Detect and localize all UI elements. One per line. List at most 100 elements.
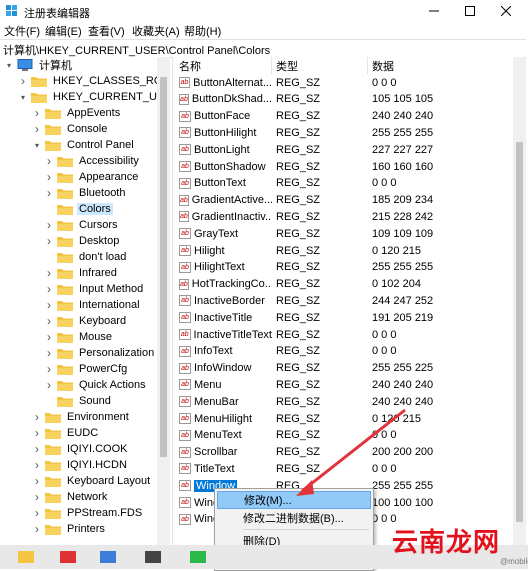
value-row[interactable]: ab InfoWindow REG_SZ 255 255 225 xyxy=(175,360,513,377)
value-row[interactable]: ab TitleText REG_SZ 0 0 0 xyxy=(175,460,513,477)
tree-item[interactable]: › Keyboard Layout xyxy=(32,473,152,489)
menu-view[interactable]: 查看(V) xyxy=(84,23,129,39)
chevron-down-icon[interactable]: ▾ xyxy=(4,57,14,73)
tree-item[interactable]: Sound xyxy=(44,393,113,409)
menu-help[interactable]: 帮助(H) xyxy=(180,23,225,39)
tree-item[interactable]: › IQIYI.HCDN xyxy=(32,457,129,473)
column-header-type[interactable]: 类型 xyxy=(272,57,368,74)
chevron-right-icon[interactable]: › xyxy=(44,329,54,345)
column-header-name[interactable]: 名称 xyxy=(175,57,272,74)
value-row[interactable]: ab Hilight REG_SZ 0 120 215 xyxy=(175,242,513,259)
tree-item[interactable]: Colors xyxy=(44,201,113,217)
chevron-right-icon[interactable]: › xyxy=(44,185,54,201)
chevron-right-icon[interactable]: › xyxy=(44,265,54,281)
chevron-right-icon[interactable]: › xyxy=(44,361,54,377)
value-row[interactable]: ab ButtonText REG_SZ 0 0 0 xyxy=(175,175,513,192)
tree-item[interactable]: › Appearance xyxy=(44,169,140,185)
chevron-right-icon[interactable]: › xyxy=(32,105,42,121)
value-row[interactable]: ab InactiveTitle REG_SZ 191 205 219 xyxy=(175,309,513,326)
value-row[interactable]: ab MenuText REG_SZ 0 0 0 xyxy=(175,427,513,444)
chevron-right-icon[interactable]: › xyxy=(32,521,42,537)
value-row[interactable]: ab MenuBar REG_SZ 240 240 240 xyxy=(175,393,513,410)
value-row[interactable]: ab ButtonHilight REG_SZ 255 255 255 xyxy=(175,124,513,141)
value-row[interactable]: ab Scrollbar REG_SZ 200 200 200 xyxy=(175,444,513,461)
chevron-right-icon[interactable]: › xyxy=(44,169,54,185)
tree-item[interactable]: › Environment xyxy=(32,409,131,425)
value-row[interactable]: ab ButtonDkShad... REG_SZ 105 105 105 xyxy=(175,91,513,108)
menu-favorites[interactable]: 收藏夹(A) xyxy=(128,23,184,39)
tree-scrollbar-thumb[interactable] xyxy=(160,77,167,457)
value-row[interactable]: ab HotTrackingCo... REG_SZ 0 102 204 xyxy=(175,276,513,293)
chevron-right-icon[interactable]: › xyxy=(44,217,54,233)
chevron-right-icon[interactable]: › xyxy=(44,313,54,329)
chevron-right-icon[interactable]: › xyxy=(32,489,42,505)
chevron-right-icon[interactable]: › xyxy=(32,441,42,457)
taskbar-folder-icon[interactable] xyxy=(18,551,34,563)
chevron-right-icon[interactable]: › xyxy=(32,473,42,489)
chevron-right-icon[interactable]: › xyxy=(44,281,54,297)
value-row[interactable]: ab GradientInactiv... REG_SZ 215 228 242 xyxy=(175,208,513,225)
tree-item[interactable]: ▾ Control Panel xyxy=(32,137,136,153)
tree-item[interactable]: ▾ HKEY_CURRENT_USER xyxy=(18,89,170,105)
ctx-modify-binary[interactable]: 修改二进制数据(B)... xyxy=(217,509,371,527)
chevron-right-icon[interactable]: › xyxy=(18,73,28,89)
ctx-modify[interactable]: 修改(M)... xyxy=(217,491,371,509)
tree-item[interactable]: › International xyxy=(44,297,142,313)
tree-item[interactable]: › Bluetooth xyxy=(44,185,127,201)
list-scrollbar[interactable] xyxy=(513,57,526,545)
tree-item[interactable]: don't load xyxy=(44,249,128,265)
tree-item[interactable]: › Network xyxy=(32,489,109,505)
tree-item[interactable]: › PPStream.FDS xyxy=(32,505,144,521)
value-row[interactable]: ab InfoText REG_SZ 0 0 0 xyxy=(175,343,513,360)
tree-item[interactable]: › Infrared xyxy=(44,265,119,281)
value-row[interactable]: ab GrayText REG_SZ 109 109 109 xyxy=(175,225,513,242)
chevron-right-icon[interactable]: › xyxy=(44,153,54,169)
tree-item[interactable]: › IQIYI.COOK xyxy=(32,441,130,457)
value-row[interactable]: ab ButtonLight REG_SZ 227 227 227 xyxy=(175,141,513,158)
tree-item[interactable]: › Accessibility xyxy=(44,153,141,169)
chevron-right-icon[interactable]: › xyxy=(44,345,54,361)
tree-item[interactable]: › Printers xyxy=(32,521,107,537)
chevron-right-icon[interactable]: › xyxy=(32,457,42,473)
chevron-right-icon[interactable]: › xyxy=(44,297,54,313)
chevron-right-icon[interactable]: › xyxy=(32,121,42,137)
tree-item[interactable]: › Mouse xyxy=(44,329,114,345)
tree-item[interactable]: › Quick Actions xyxy=(44,377,148,393)
tree-item[interactable]: › AppEvents xyxy=(32,105,122,121)
tree-item[interactable]: › PowerCfg xyxy=(44,361,129,377)
tree-item[interactable]: › Personalization xyxy=(44,345,156,361)
tree-item[interactable]: › EUDC xyxy=(32,425,100,441)
tree-item[interactable]: › Console xyxy=(32,121,109,137)
value-row[interactable]: ab GradientActive... REG_SZ 185 209 234 xyxy=(175,192,513,209)
value-row[interactable]: ab InactiveTitleText REG_SZ 0 0 0 xyxy=(175,326,513,343)
chevron-right-icon[interactable]: › xyxy=(32,505,42,521)
chevron-right-icon[interactable]: › xyxy=(32,425,42,441)
value-row[interactable]: ab ButtonShadow REG_SZ 160 160 160 xyxy=(175,158,513,175)
taskbar-wechat-icon[interactable] xyxy=(190,551,206,563)
address-bar[interactable]: 计算机\HKEY_CURRENT_USER\Control Panel\Colo… xyxy=(0,39,526,58)
list-scrollbar-thumb[interactable] xyxy=(516,142,523,522)
tree-item[interactable]: › Cursors xyxy=(44,217,120,233)
value-row[interactable]: ab MenuHilight REG_SZ 0 120 215 xyxy=(175,410,513,427)
tree-item[interactable]: › Keyboard xyxy=(44,313,128,329)
tree-item[interactable]: ▾ 计算机 xyxy=(4,57,74,73)
column-header-data[interactable]: 数据 xyxy=(368,57,513,74)
value-row[interactable]: ab InactiveBorder REG_SZ 244 247 252 xyxy=(175,292,513,309)
tree-item[interactable]: › Input Method xyxy=(44,281,145,297)
tree-scrollbar[interactable] xyxy=(157,57,170,545)
menu-edit[interactable]: 编辑(E) xyxy=(41,23,86,39)
tree-item[interactable]: › Desktop xyxy=(44,233,121,249)
chevron-down-icon[interactable]: ▾ xyxy=(32,137,42,153)
chevron-right-icon[interactable]: › xyxy=(44,233,54,249)
taskbar-browser-icon[interactable] xyxy=(100,551,116,563)
close-button[interactable] xyxy=(484,0,528,22)
chevron-right-icon[interactable]: › xyxy=(44,377,54,393)
chevron-right-icon[interactable] xyxy=(44,249,54,265)
chevron-right-icon[interactable]: › xyxy=(32,409,42,425)
chevron-down-icon[interactable]: ▾ xyxy=(18,89,28,105)
chevron-right-icon[interactable] xyxy=(44,201,54,217)
value-row[interactable]: ab Menu REG_SZ 240 240 240 xyxy=(175,376,513,393)
value-row[interactable]: ab ButtonAlternat... REG_SZ 0 0 0 xyxy=(175,74,513,91)
value-row[interactable]: ab ButtonFace REG_SZ 240 240 240 xyxy=(175,108,513,125)
menu-file[interactable]: 文件(F) xyxy=(0,23,44,39)
